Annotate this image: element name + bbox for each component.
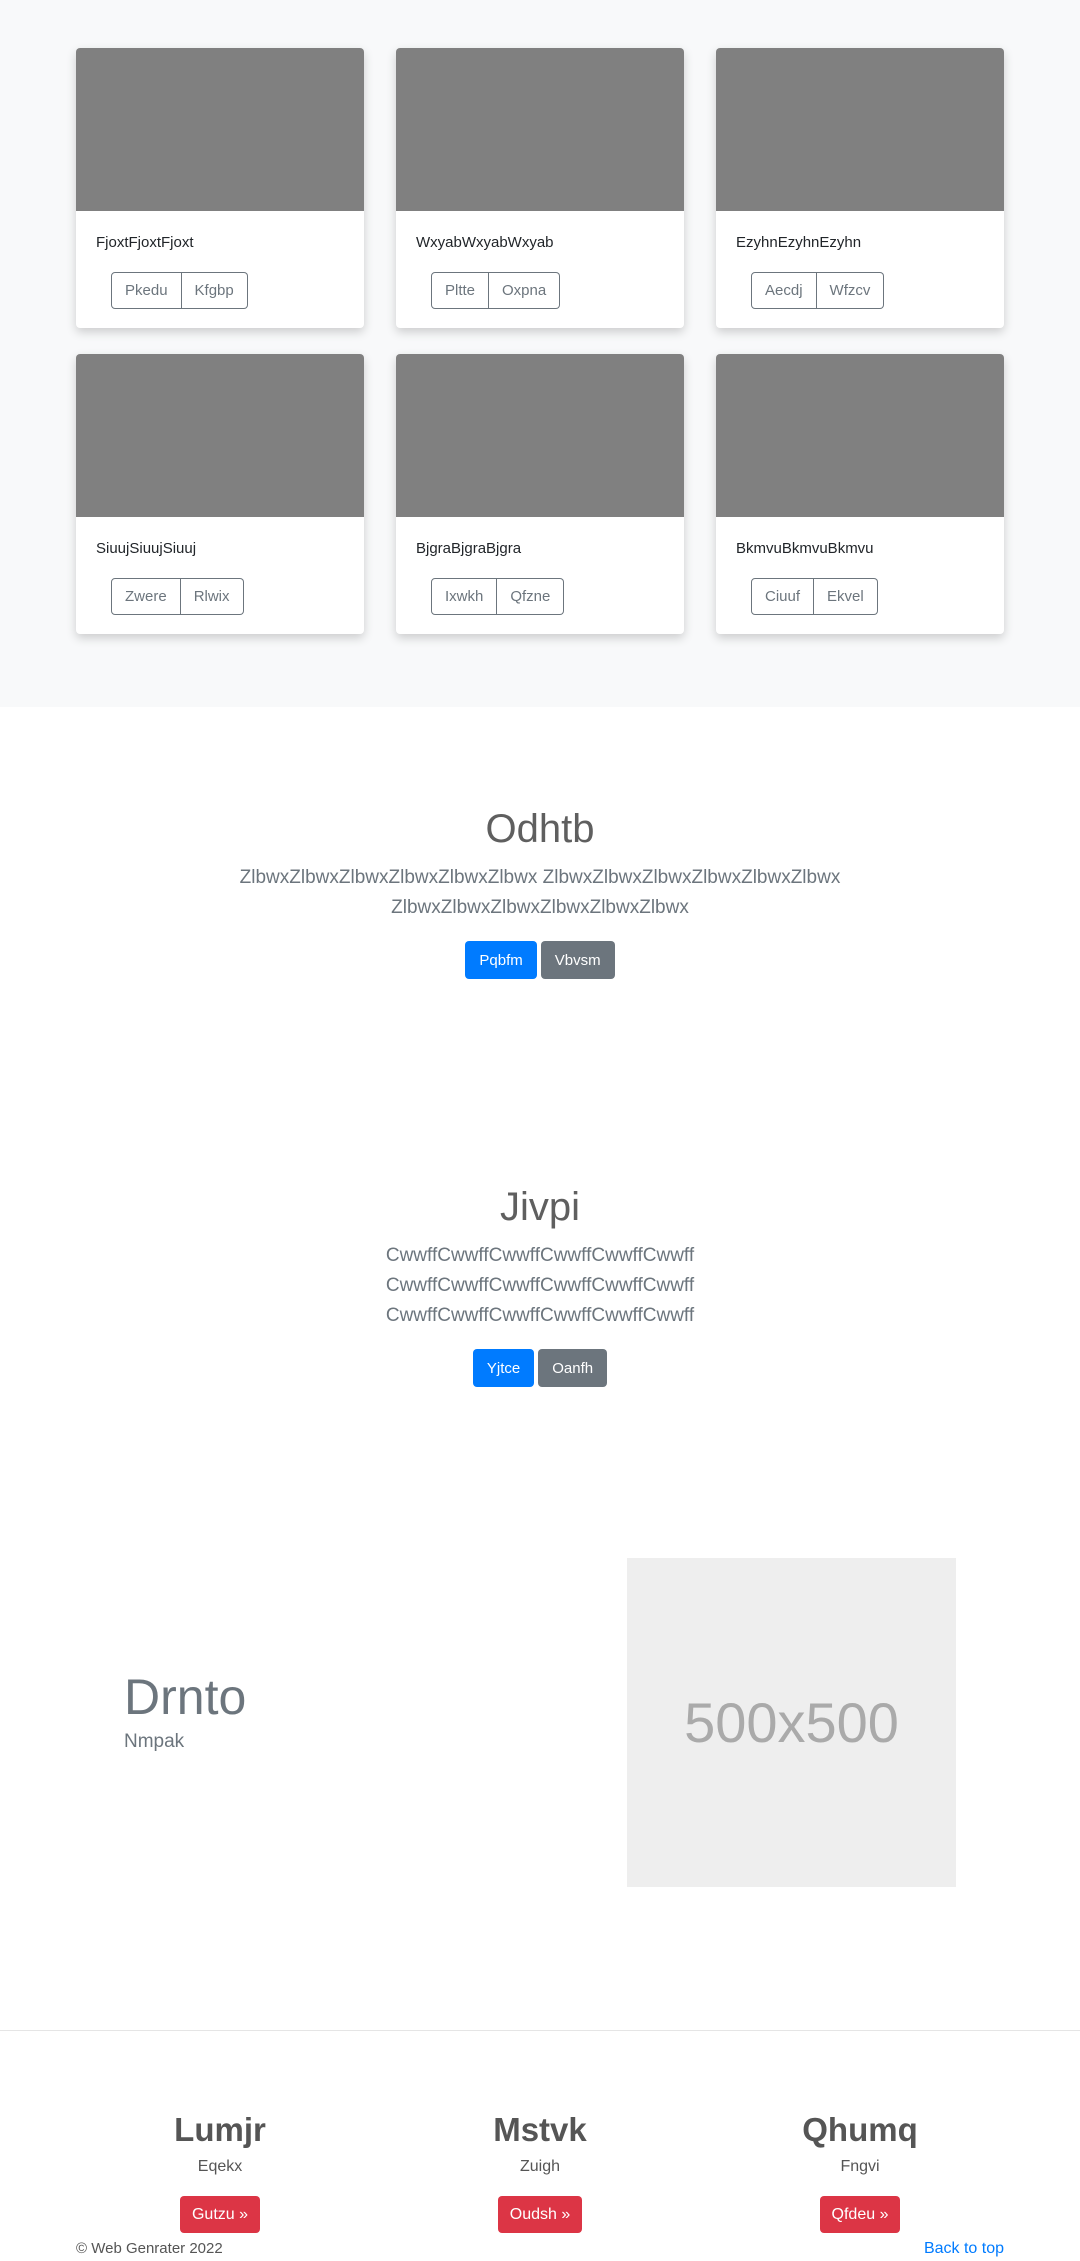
copyright-text: © Web Genrater 2022 bbox=[76, 2240, 223, 2257]
hero-lead-line: CwwffCwwffCwwffCwwffCwwffCwwff bbox=[385, 1245, 695, 1266]
card: FjoxtFjoxtFjoxt Pkedu Kfgbp bbox=[76, 48, 364, 328]
column-button[interactable]: Oudsh » bbox=[497, 2196, 583, 2233]
card-text: FjoxtFjoxtFjoxt bbox=[96, 234, 194, 251]
card-thumbnail bbox=[76, 48, 364, 211]
column-heading: Mstvk bbox=[493, 2111, 587, 2148]
hero-section-2: Jivpi CwwffCwwffCwwffCwwffCwwffCwwff Cww… bbox=[0, 1183, 1080, 1387]
card-button-1[interactable]: Ixwkh bbox=[431, 578, 498, 615]
primary-button[interactable]: Yjtce bbox=[472, 1349, 535, 1387]
card-text: BjgraBjgraBjgra bbox=[416, 540, 522, 557]
card-button-2[interactable]: Rlwix bbox=[180, 578, 244, 615]
placeholder-label: 500x500 bbox=[684, 1691, 899, 1754]
card: SiuujSiuujSiuuj Zwere Rlwix bbox=[76, 354, 364, 634]
footer-divider bbox=[0, 2030, 1080, 2031]
card-button-2[interactable]: Qfzne bbox=[497, 578, 565, 615]
secondary-button[interactable]: Oanfh bbox=[538, 1349, 608, 1387]
column-button[interactable]: Qfdeu » bbox=[819, 2196, 901, 2233]
hero-section-1: Odhtb ZlbwxZlbwxZlbwxZlbwxZlbwxZlbwx Zlb… bbox=[0, 805, 1080, 979]
card-thumbnail bbox=[716, 48, 1004, 211]
footer-column: Lumjr Eqekx Gutzu » bbox=[70, 2110, 370, 2233]
hero-lead-line: CwwffCwwffCwwffCwwffCwwffCwwff bbox=[385, 1275, 695, 1296]
card-thumbnail bbox=[396, 354, 684, 517]
footer-column: Qhumq Fngvi Qfdeu » bbox=[710, 2110, 1010, 2233]
card-button-2[interactable]: Kfgbp bbox=[181, 272, 248, 309]
card: WxyabWxyabWxyab Pltte Oxpna bbox=[396, 48, 684, 328]
card-button-group: Ciuuf Ekvel bbox=[751, 578, 878, 615]
hero-lead-line: CwwffCwwffCwwffCwwffCwwffCwwff bbox=[385, 1305, 695, 1326]
card-text: WxyabWxyabWxyab bbox=[416, 234, 554, 251]
back-to-top-link[interactable]: Back to top bbox=[924, 2240, 1004, 2258]
card-button-group: Zwere Rlwix bbox=[111, 578, 244, 615]
card: BkmvuBkmvuBkmvu Ciuuf Ekvel bbox=[716, 354, 1004, 634]
feature-heading: Drnto bbox=[124, 1669, 247, 1725]
card-text: BkmvuBkmvuBkmvu bbox=[736, 540, 874, 557]
column-heading: Lumjr bbox=[174, 2111, 266, 2148]
card-button-1[interactable]: Pkedu bbox=[111, 272, 182, 309]
card-button-group: Ixwkh Qfzne bbox=[431, 578, 565, 615]
secondary-button[interactable]: Vbvsm bbox=[540, 941, 615, 979]
card-button-2[interactable]: Ekvel bbox=[814, 578, 878, 615]
footer-column: Mstvk Zuigh Oudsh » bbox=[390, 2110, 690, 2233]
column-heading: Qhumq bbox=[802, 2111, 918, 2148]
card-button-group: Pkedu Kfgbp bbox=[111, 272, 248, 309]
column-text: Zuigh bbox=[519, 2158, 561, 2175]
card-thumbnail bbox=[76, 354, 364, 517]
card: EzyhnEzyhnEzyhn Aecdj Wfzcv bbox=[716, 48, 1004, 328]
card-button-2[interactable]: Oxpna bbox=[489, 272, 561, 309]
column-text: Fngvi bbox=[840, 2158, 880, 2175]
card-text: EzyhnEzyhnEzyhn bbox=[736, 234, 862, 251]
placeholder-image: 500x500 bbox=[627, 1558, 956, 1887]
card-button-group: Aecdj Wfzcv bbox=[751, 272, 885, 309]
card-button-1[interactable]: Ciuuf bbox=[751, 578, 815, 615]
hero-title: Odhtb bbox=[485, 807, 595, 851]
card-button-1[interactable]: Zwere bbox=[111, 578, 181, 615]
card-button-group: Pltte Oxpna bbox=[431, 272, 561, 309]
card-button-1[interactable]: Aecdj bbox=[751, 272, 817, 309]
hero-lead-line: ZlbwxZlbwxZlbwxZlbwxZlbwxZlbwx bbox=[391, 897, 689, 918]
card-thumbnail bbox=[716, 354, 1004, 517]
column-text: Eqekx bbox=[197, 2158, 243, 2175]
card: BjgraBjgraBjgra Ixwkh Qfzne bbox=[396, 354, 684, 634]
hero-buttons: Yjtce Oanfh bbox=[0, 1349, 1080, 1387]
card-thumbnail bbox=[396, 48, 684, 211]
feature-subheading: Nmpak bbox=[124, 1731, 185, 1752]
column-button[interactable]: Gutzu » bbox=[179, 2196, 261, 2233]
card-text: SiuujSiuujSiuuj bbox=[96, 540, 197, 557]
album-section: FjoxtFjoxtFjoxt Pkedu Kfgbp WxyabWxyabWx… bbox=[0, 0, 1080, 707]
card-button-2[interactable]: Wfzcv bbox=[816, 272, 885, 309]
hero-buttons: Pqbfm Vbvsm bbox=[0, 941, 1080, 979]
card-button-1[interactable]: Pltte bbox=[431, 272, 490, 309]
hero-lead-line: ZlbwxZlbwxZlbwxZlbwxZlbwxZlbwx ZlbwxZlbw… bbox=[239, 867, 841, 888]
hero-title: Jivpi bbox=[499, 1185, 581, 1229]
primary-button[interactable]: Pqbfm bbox=[465, 941, 537, 979]
